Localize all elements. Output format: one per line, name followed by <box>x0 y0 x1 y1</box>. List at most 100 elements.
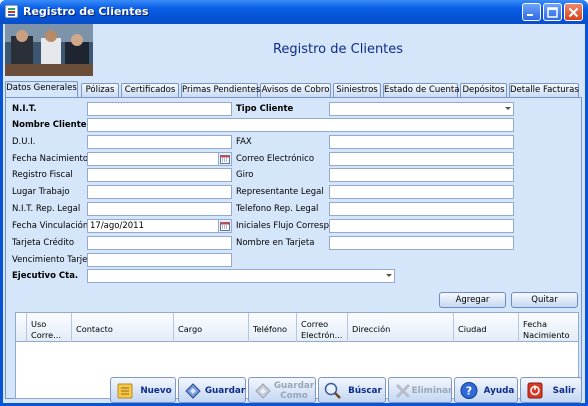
correo-field[interactable] <box>329 152 514 166</box>
tab-estado-cuenta[interactable]: Estado de Cuenta <box>383 83 459 97</box>
telefono-rep-legal-field[interactable] <box>329 202 514 216</box>
tab-avisos-cobro[interactable]: Avisos de Cobro <box>260 83 331 97</box>
window-title: Registro de Clientes <box>23 5 149 18</box>
representante-legal-field[interactable] <box>329 185 514 199</box>
registro-fiscal-label: Registro Fiscal <box>12 170 73 180</box>
save-icon <box>185 383 201 399</box>
fecha-vinculacion-label: Fecha Vinculación <box>12 221 89 231</box>
close-icon <box>568 7 579 18</box>
app-window: Registro de Clientes Registro de Cliente… <box>0 0 588 406</box>
fecha-vinculacion-value: 17/ago/2011 <box>90 221 144 231</box>
tarjeta-credito-label: Tarjeta Crédito <box>12 238 75 248</box>
tab-detalle-facturas[interactable]: Detalle Facturas <box>509 83 579 97</box>
minimize-icon <box>527 14 533 16</box>
maximize-button[interactable] <box>543 3 562 21</box>
tab-polizas[interactable]: Pólizas <box>81 83 119 97</box>
eliminar-button[interactable]: Eliminar <box>388 377 452 403</box>
tab-strip: Datos Generales Pólizas Certificados Pri… <box>5 81 585 97</box>
nit-label: N.I.T. <box>12 104 37 114</box>
dui-label: D.U.I. <box>12 137 36 147</box>
guardar-como-button[interactable]: Guardar Como <box>248 377 316 403</box>
salir-button[interactable]: Salir <box>520 377 582 403</box>
nuevo-button[interactable]: Nuevo <box>110 377 176 403</box>
buscar-label: Búscar <box>348 386 382 396</box>
guardar-button[interactable]: Guardar <box>178 377 246 403</box>
title-bar[interactable]: Registro de Clientes <box>0 0 588 24</box>
exit-icon <box>527 382 543 399</box>
agregar-button[interactable]: Agregar <box>439 292 506 308</box>
ejecutivo-select[interactable] <box>87 269 395 283</box>
row-selector-header <box>16 313 27 342</box>
ayuda-button[interactable]: ? Ayuda <box>454 377 518 403</box>
tab-primas-pendientes[interactable]: Primas Pendientes <box>181 83 260 97</box>
fax-label: FAX <box>236 137 252 147</box>
dui-field[interactable] <box>87 135 232 149</box>
iniciales-flujo-label: Iniciales Flujo Corresp. <box>236 221 332 231</box>
tab-siniestros[interactable]: Siniestros <box>333 83 381 97</box>
buscar-button[interactable]: Búscar <box>318 377 386 403</box>
maximize-icon <box>547 7 558 18</box>
nombre-tarjeta-field[interactable] <box>329 236 514 250</box>
nuevo-label: Nuevo <box>140 386 172 396</box>
column-contacto[interactable]: Contacto <box>72 313 174 342</box>
client-area: Registro de Clientes Datos Generales Pól… <box>3 24 585 403</box>
quitar-button[interactable]: Quitar <box>511 292 578 308</box>
page-title: Registro de Clientes <box>272 42 404 57</box>
save-as-icon <box>255 383 271 399</box>
ayuda-label: Ayuda <box>483 386 515 396</box>
nit-rep-legal-field[interactable] <box>87 202 232 216</box>
representante-legal-label: Representante Legal <box>236 187 324 197</box>
fecha-nacimiento-label: Fecha Nacimiento <box>12 154 89 164</box>
nit-field[interactable] <box>87 102 232 116</box>
lugar-trabajo-field[interactable] <box>87 185 232 199</box>
column-ciudad[interactable]: Ciudad <box>454 313 519 342</box>
tipo-cliente-label: Tipo Cliente <box>236 104 294 114</box>
column-cargo[interactable]: Cargo <box>174 313 249 342</box>
close-button[interactable] <box>564 3 583 21</box>
column-direccion[interactable]: Dirección <box>348 313 454 342</box>
delete-icon <box>395 383 411 399</box>
new-document-icon <box>117 383 133 399</box>
datos-generales-panel: N.I.T. Tipo Cliente Nombre Cliente D.U.I… <box>5 97 582 399</box>
calendar-icon[interactable] <box>218 220 231 232</box>
column-correo-electronico[interactable]: Correo Electrón... <box>297 313 348 342</box>
column-uso-correo[interactable]: Uso Corre... <box>27 313 72 342</box>
ejecutivo-label: Ejecutivo Cta. <box>12 271 79 281</box>
column-fecha-nacimiento[interactable]: Fecha Nacimiento <box>519 313 578 342</box>
tab-datos-generales[interactable]: Datos Generales <box>5 81 78 97</box>
grid-header: Uso Corre... Contacto Cargo Teléfono Cor… <box>16 313 578 342</box>
fax-field[interactable] <box>329 135 514 149</box>
lugar-trabajo-label: Lugar Trabajo <box>12 187 70 197</box>
eliminar-label: Eliminar <box>411 386 453 396</box>
help-icon: ? <box>460 382 478 399</box>
search-icon <box>324 382 341 399</box>
bottom-toolbar: Nuevo Guardar Guardar Como Búscar Elimin… <box>3 376 585 403</box>
chevron-down-icon <box>386 274 392 277</box>
salir-label: Salir <box>552 386 576 396</box>
calendar-icon[interactable] <box>218 153 231 165</box>
registro-fiscal-field[interactable] <box>87 168 232 182</box>
nit-rep-legal-label: N.I.T. Rep. Legal <box>12 204 81 214</box>
tipo-cliente-select[interactable] <box>329 102 514 116</box>
tarjeta-credito-field[interactable] <box>87 236 232 250</box>
column-telefono[interactable]: Teléfono <box>249 313 297 342</box>
chevron-down-icon <box>505 107 511 110</box>
fecha-nacimiento-field[interactable] <box>87 152 232 166</box>
header-banner: Registro de Clientes <box>3 24 585 76</box>
guardar-como-label: Guardar Como <box>273 381 315 401</box>
giro-label: Giro <box>236 170 254 180</box>
minimize-button[interactable] <box>522 3 541 21</box>
vencimiento-tarjeta-label: Vencimiento Tarjeta <box>12 255 96 265</box>
tab-certificados[interactable]: Certificados <box>121 83 179 97</box>
iniciales-flujo-field[interactable] <box>329 219 514 233</box>
guardar-label: Guardar <box>204 386 246 396</box>
correo-label: Correo Electrónico <box>236 154 315 164</box>
giro-field[interactable] <box>329 168 514 182</box>
tab-depositos[interactable]: Depósitos <box>460 83 507 97</box>
app-icon <box>5 5 18 18</box>
nombre-tarjeta-label: Nombre en Tarjeta <box>236 238 315 248</box>
fecha-vinculacion-field[interactable]: 17/ago/2011 <box>87 219 232 233</box>
nombre-cliente-field[interactable] <box>87 118 514 132</box>
vencimiento-tarjeta-field[interactable] <box>87 253 232 267</box>
nombre-cliente-label: Nombre Cliente <box>12 120 87 130</box>
